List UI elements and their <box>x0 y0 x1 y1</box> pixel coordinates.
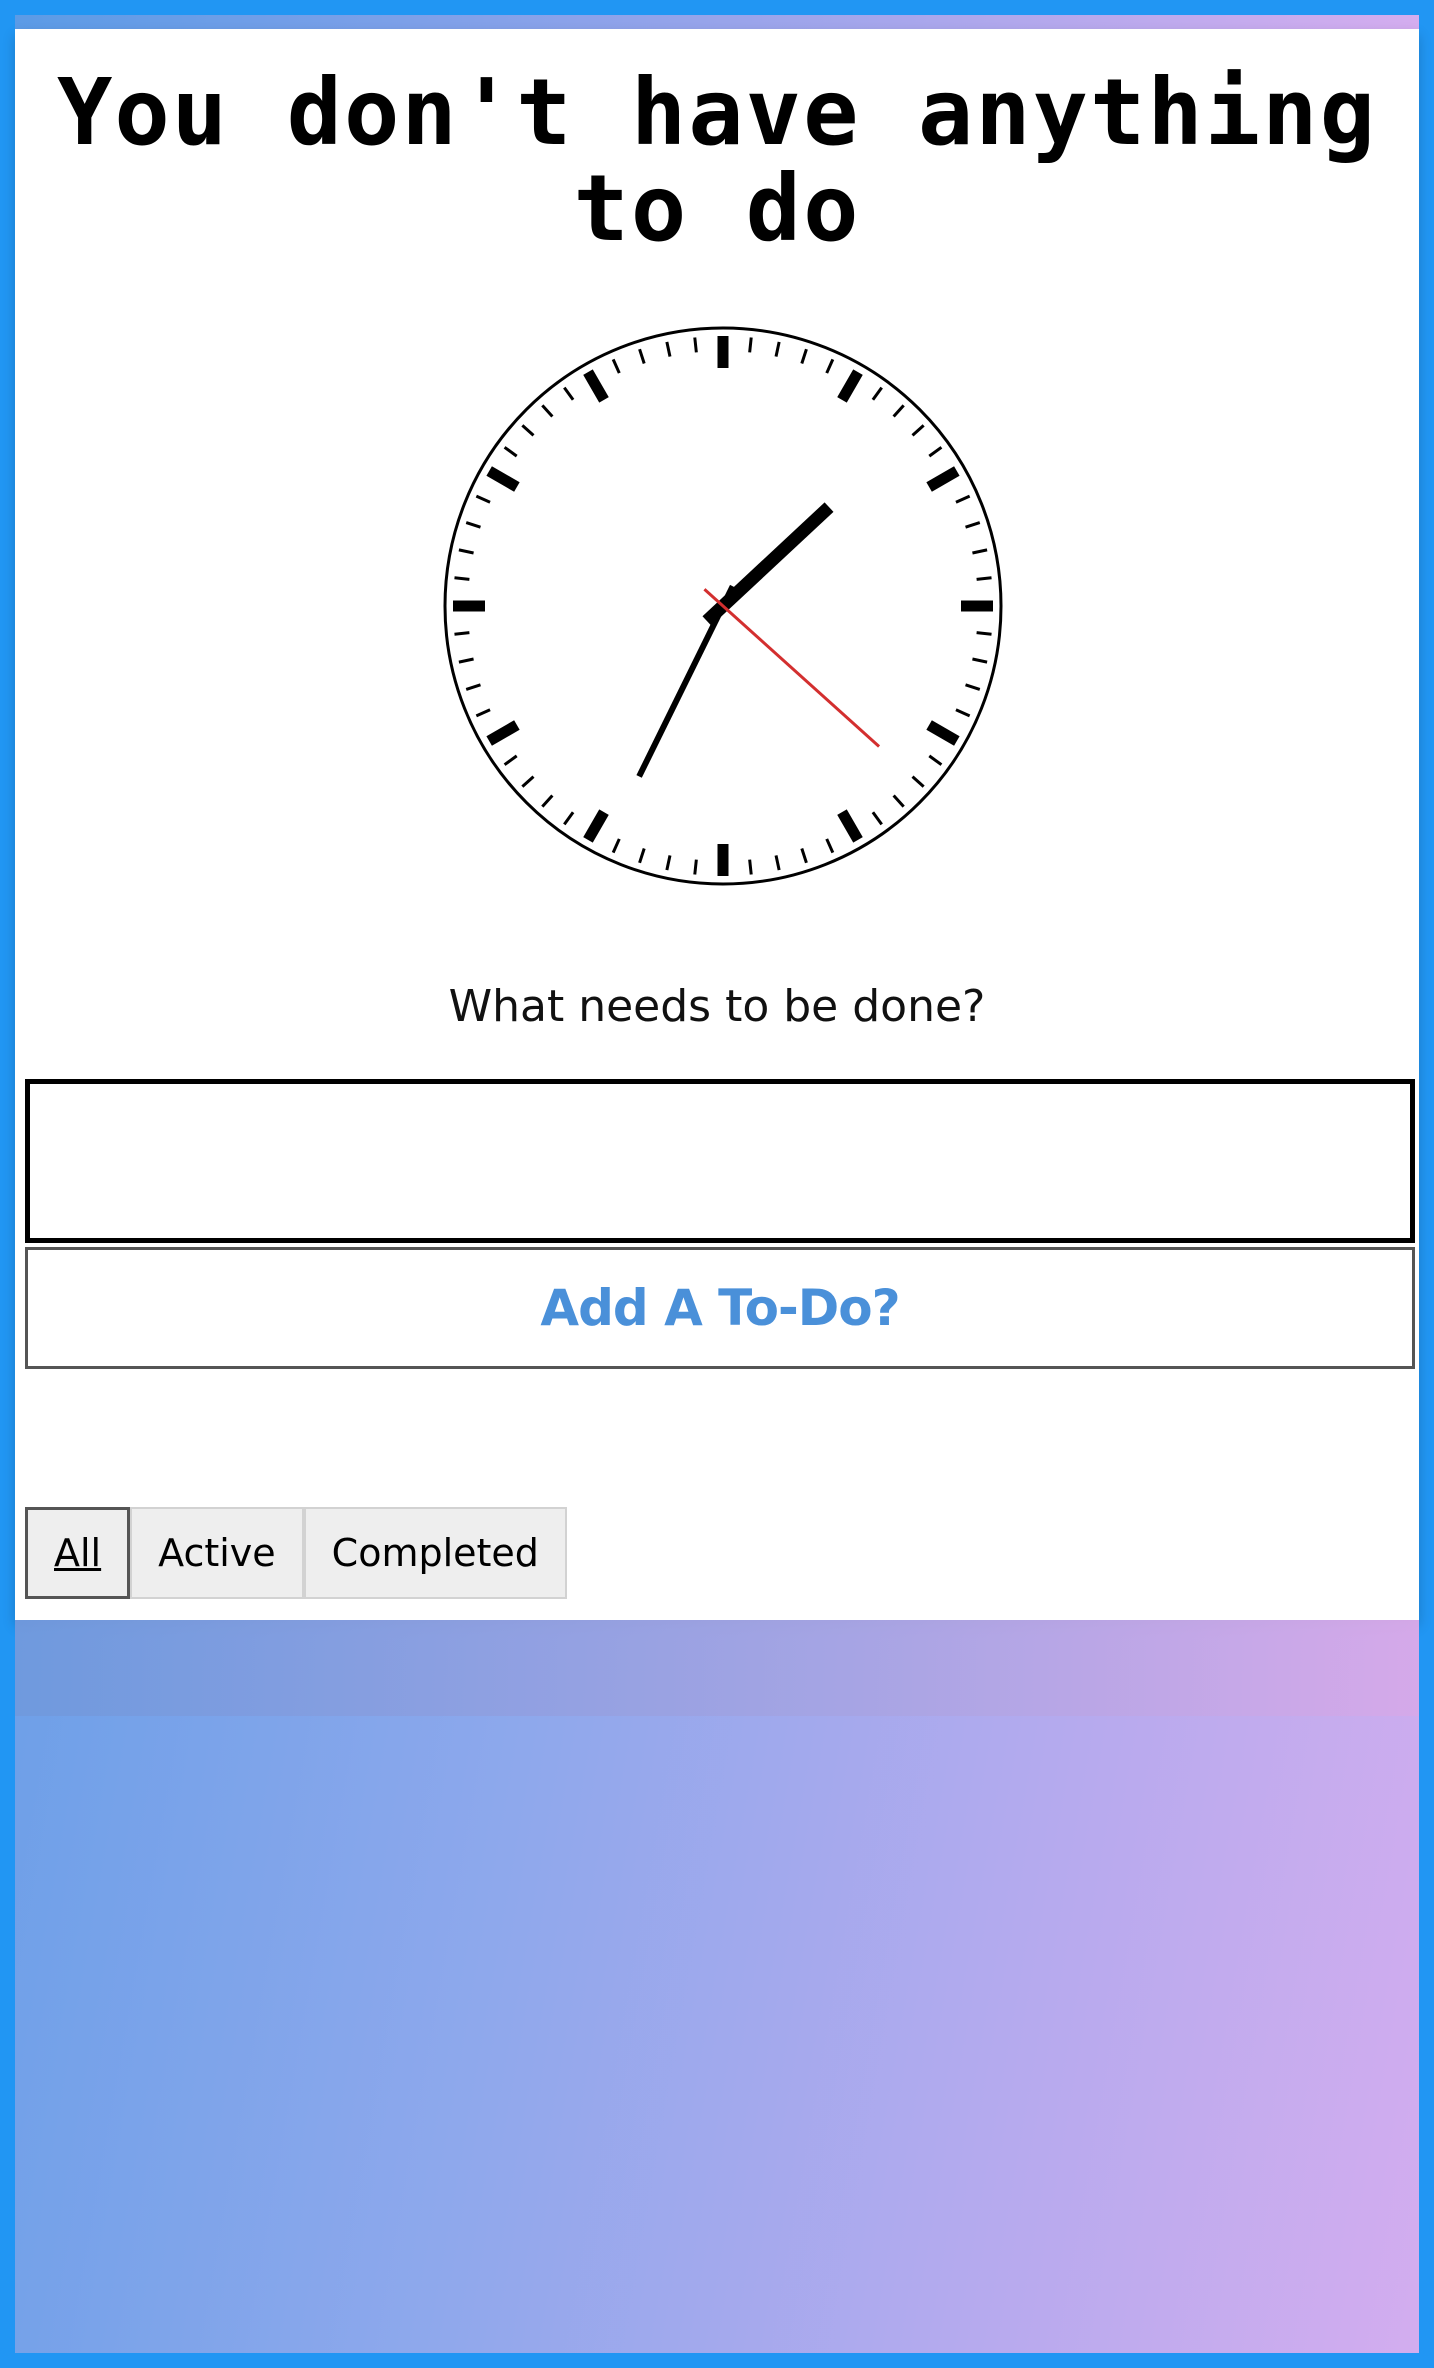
todo-card: You don't have anything to do What needs… <box>15 29 1419 1620</box>
analog-clock <box>443 326 1003 886</box>
minute-tick <box>454 631 470 636</box>
todo-prompt: What needs to be done? <box>448 981 986 1032</box>
background-band <box>15 1620 1419 1716</box>
page-title: You don't have anything to do <box>57 59 1377 262</box>
filter-bar: All Active Completed <box>25 1507 567 1599</box>
minute-tick <box>748 859 753 875</box>
minute-tick <box>748 337 753 353</box>
filter-completed-button[interactable]: Completed <box>303 1507 567 1599</box>
minute-tick <box>976 576 992 581</box>
top-gradient-strip <box>15 15 1419 29</box>
minute-tick <box>454 576 470 581</box>
minute-tick <box>693 859 698 875</box>
minute-tick <box>976 631 992 636</box>
filter-active-button[interactable]: Active <box>130 1507 304 1599</box>
todo-input[interactable] <box>25 1079 1415 1243</box>
add-todo-button[interactable]: Add A To-Do? <box>25 1247 1415 1369</box>
filter-all-button[interactable]: All <box>25 1507 131 1599</box>
minute-tick <box>693 337 698 353</box>
